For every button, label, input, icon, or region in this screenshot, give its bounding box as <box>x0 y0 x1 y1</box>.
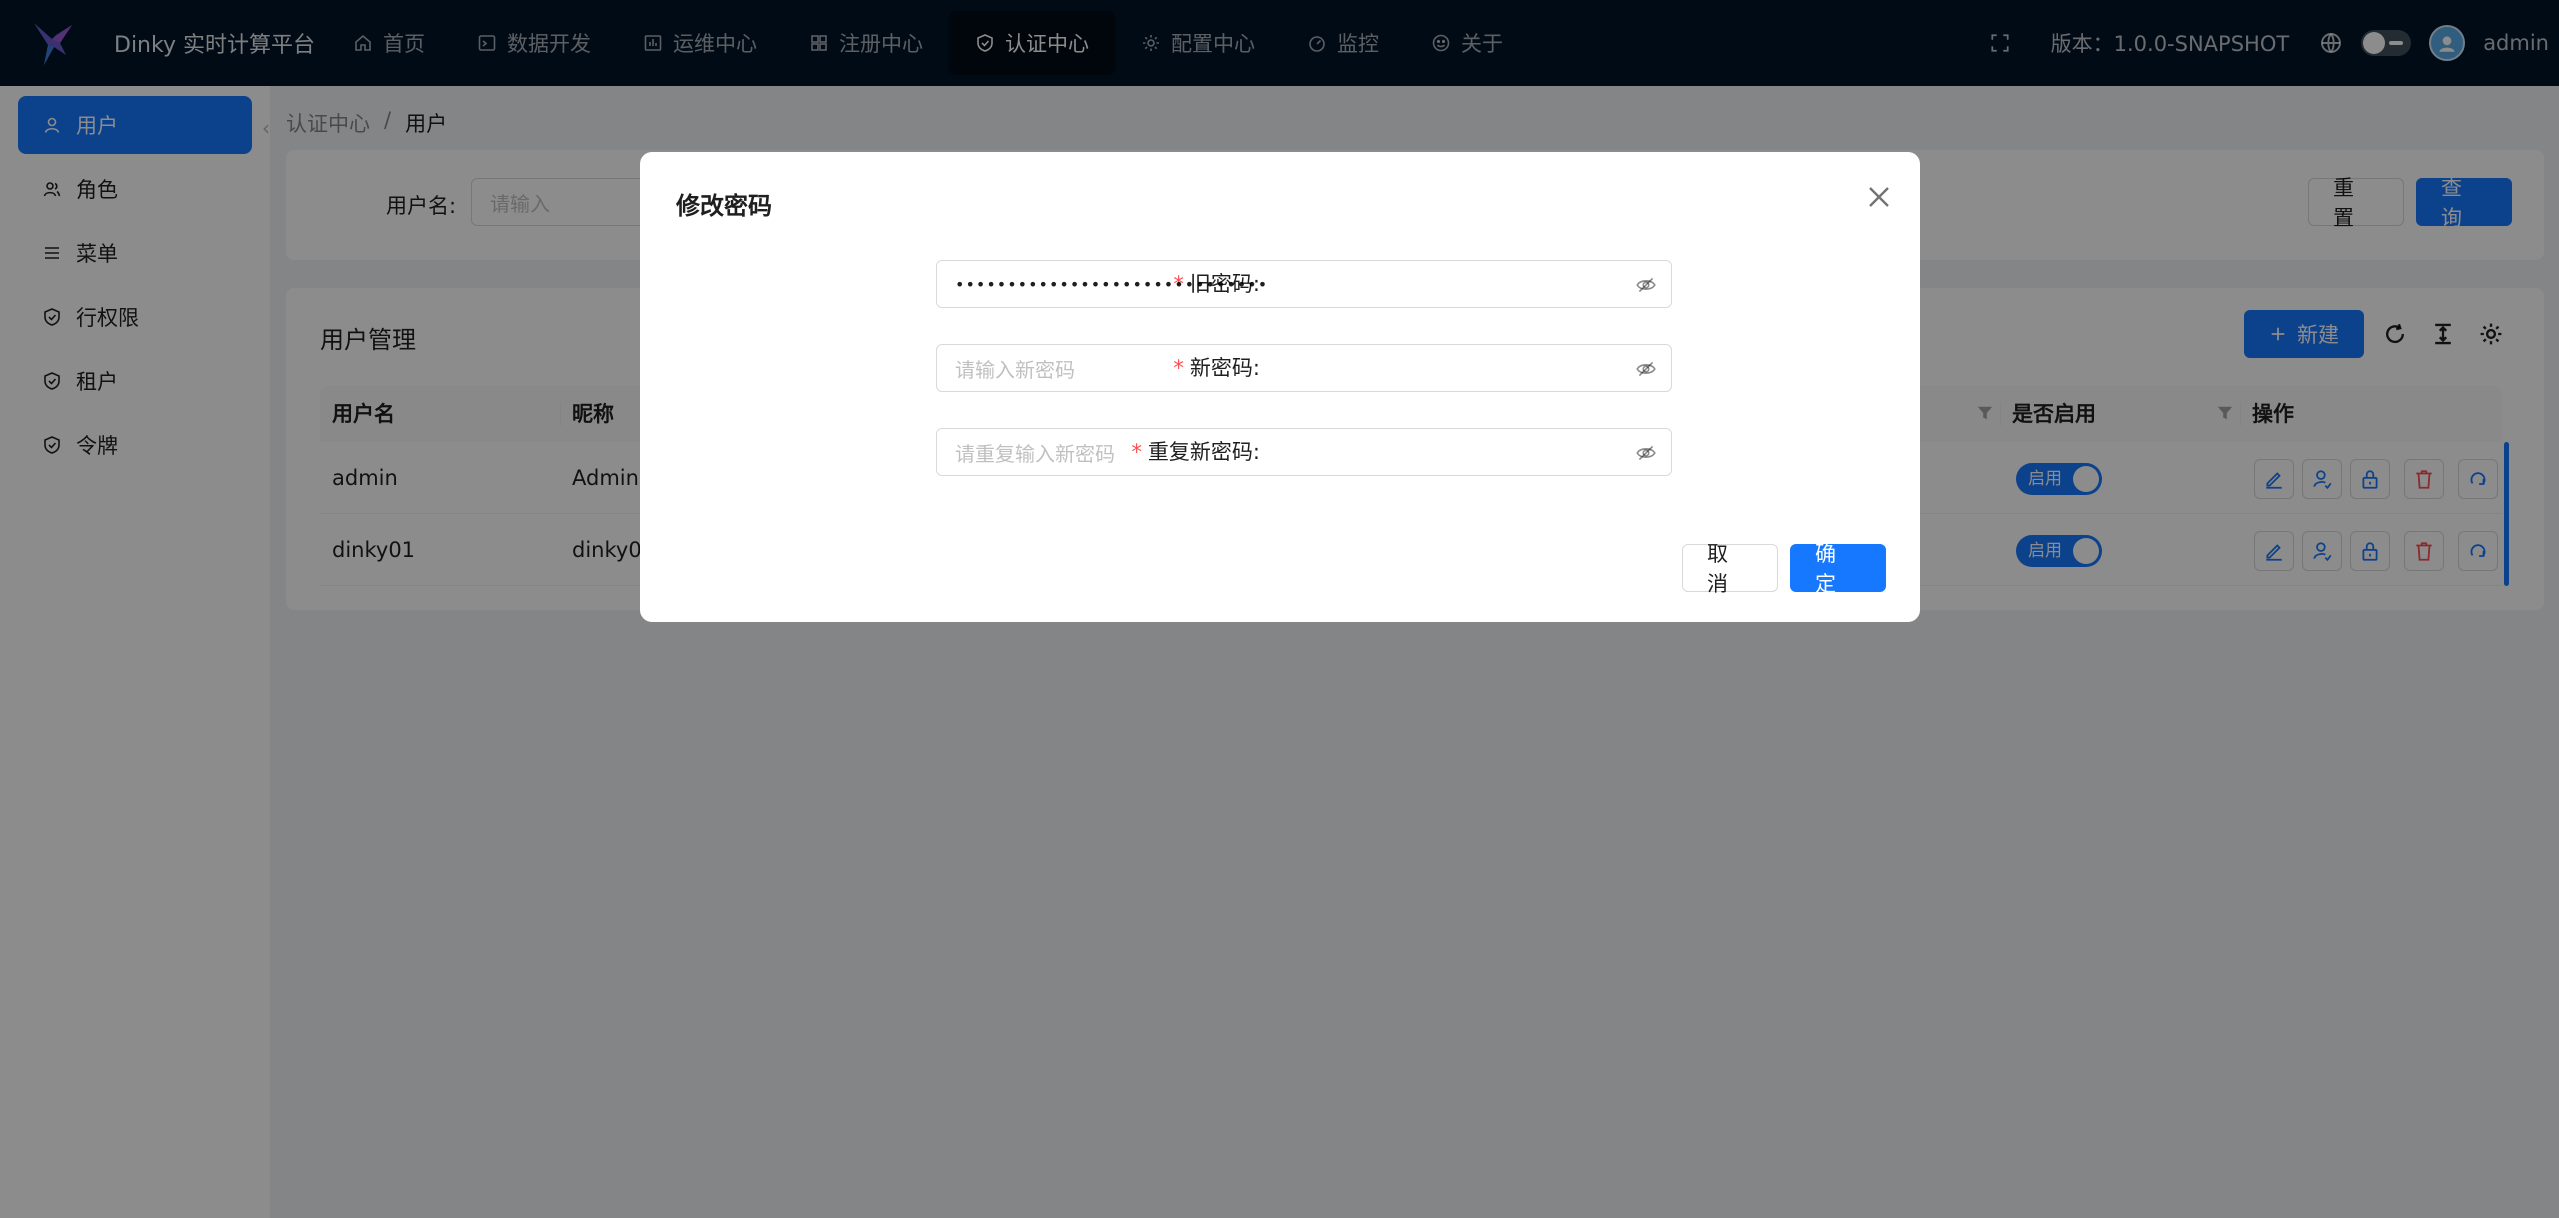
modal-title: 修改密码 <box>676 192 772 220</box>
change-password-modal: 修改密码 * 旧密码: •••••••••••••••••••••••••••••… <box>640 152 1920 622</box>
old-password-row: * 旧密码: •••••••••••••••••••••••••••••• <box>640 260 1920 308</box>
old-password-field[interactable]: •••••••••••••••••••••••••••••• <box>936 260 1672 308</box>
cancel-button[interactable]: 取 消 <box>1682 542 1778 596</box>
eye-invisible-icon[interactable] <box>1635 442 1657 464</box>
repeat-password-row: * 重复新密码: 请重复输入新密码 <box>640 428 1920 476</box>
close-icon[interactable] <box>1864 182 1894 212</box>
new-password-row: * 新密码: 请输入新密码 <box>640 344 1920 392</box>
eye-invisible-icon[interactable] <box>1635 358 1657 380</box>
repeat-password-field[interactable]: 请重复输入新密码 <box>936 428 1672 476</box>
confirm-button[interactable]: 确 定 <box>1790 542 1886 596</box>
new-password-placeholder: 请输入新密码 <box>955 357 1075 382</box>
old-password-value: •••••••••••••••••••••••••••••• <box>955 274 1269 294</box>
new-password-field[interactable]: 请输入新密码 <box>936 344 1672 392</box>
eye-invisible-icon[interactable] <box>1635 274 1657 296</box>
repeat-password-placeholder: 请重复输入新密码 <box>955 441 1115 466</box>
